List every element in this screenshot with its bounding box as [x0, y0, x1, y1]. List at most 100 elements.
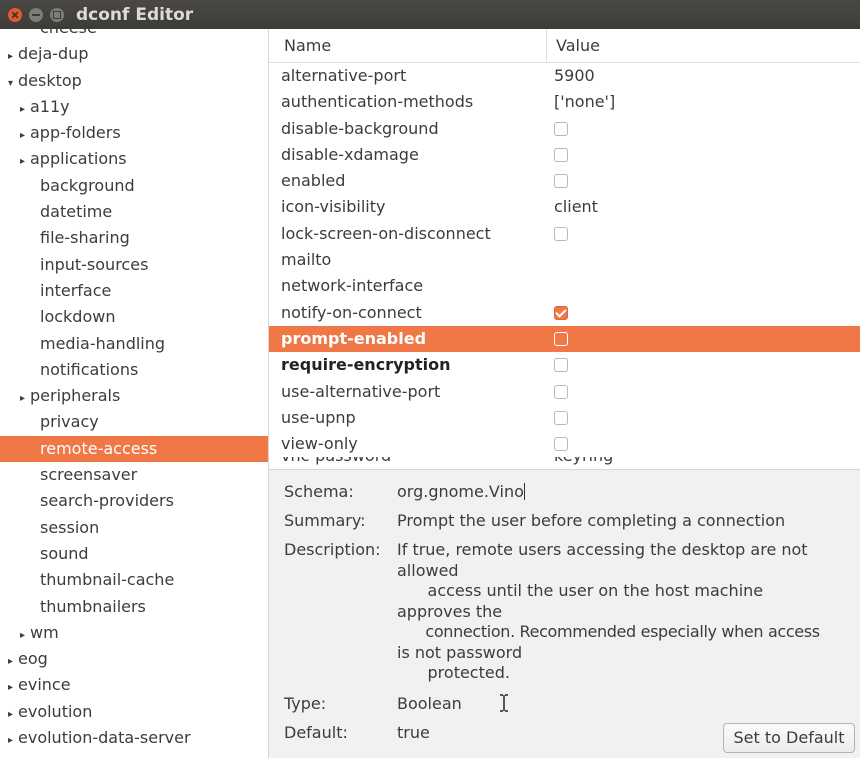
tree-item-thumbnail-cache[interactable]: thumbnail-cache [0, 567, 268, 593]
tree-item-desktop[interactable]: ▾ desktop [0, 68, 268, 94]
tree-item-background[interactable]: background [0, 173, 268, 199]
expander-closed-icon[interactable]: ▸ [8, 702, 18, 728]
expander-closed-icon[interactable]: ▸ [8, 649, 18, 675]
tree-item-label: thumbnailers [40, 596, 146, 616]
key-row-alternative-port[interactable]: alternative-port 5900 [269, 63, 860, 89]
key-row-authentication-methods[interactable]: authentication-methods ['none'] [269, 89, 860, 115]
tree-item-a11y[interactable]: ▸ a11y [0, 94, 268, 120]
maximize-window-icon[interactable] [50, 7, 64, 22]
tree-item-deja-dup[interactable]: ▸ deja-dup [0, 41, 268, 67]
checkbox-unchecked[interactable] [554, 174, 568, 189]
key-row-prompt-enabled[interactable]: prompt-enabled [269, 325, 860, 353]
dconf-editor-window: dconf Editor cheese▸deja-dup▾desktop▸a11… [0, 0, 860, 758]
key-row-vnc-password[interactable]: vnc-passwordkeyring [269, 457, 860, 469]
description-line: access until the user on the host machin… [397, 581, 764, 600]
key-name: lock-screen-on-disconnect [281, 223, 491, 243]
key-row-require-encryption[interactable]: require-encryption [269, 352, 860, 378]
close-window-icon[interactable] [8, 7, 22, 22]
keys-table-header: Name Value [269, 29, 860, 63]
tree-item-session[interactable]: session [0, 515, 268, 541]
tree-item-peripherals[interactable]: ▸ peripherals [0, 383, 268, 409]
keys-table[interactable]: Name Value alternative-port 5900 authentic… [269, 29, 860, 469]
tree-item-privacy[interactable]: privacy [0, 409, 268, 435]
key-row-view-only[interactable]: view-only [269, 431, 860, 457]
description-label: Description: [284, 540, 381, 559]
key-name: notify-on-connect [281, 302, 422, 322]
key-value-checkbox [554, 352, 568, 378]
text-caret [523, 483, 525, 500]
key-value-checkbox [554, 221, 568, 247]
tree-item-label: sound [40, 543, 89, 563]
checkbox-unchecked[interactable] [554, 358, 568, 373]
tree-item-label: file-sharing [40, 228, 130, 248]
expander-closed-icon[interactable]: ▸ [8, 728, 18, 754]
key-row-use-upnp[interactable]: use-upnp [269, 405, 860, 431]
tree-item-notifications[interactable]: notifications [0, 357, 268, 383]
tree-item-eog[interactable]: ▸ eog [0, 646, 268, 672]
expander-closed-icon[interactable]: ▸ [20, 123, 30, 149]
column-header-value[interactable]: Value [547, 36, 600, 55]
tree-item-search-providers[interactable]: search-providers [0, 488, 268, 514]
key-row-lock-screen-on-disconnect[interactable]: lock-screen-on-disconnect [269, 221, 860, 247]
tree-item-screensaver[interactable]: screensaver [0, 462, 268, 488]
tree-item-interface[interactable]: interface [0, 278, 268, 304]
default-value: true [397, 723, 430, 742]
key-row-icon-visibility[interactable]: icon-visibility client [269, 194, 860, 220]
tree-item-datetime[interactable]: datetime [0, 199, 268, 225]
summary-label: Summary: [284, 511, 366, 530]
tree-item-label: interface [40, 280, 112, 300]
key-name: mailto [281, 250, 332, 270]
checkbox-unchecked[interactable] [554, 332, 568, 347]
checkbox-unchecked[interactable] [554, 148, 568, 163]
schema-tree[interactable]: cheese▸deja-dup▾desktop▸a11y▸app-folders… [0, 29, 269, 758]
key-value-checkbox [554, 405, 568, 431]
tree-item-thumbnailers[interactable]: thumbnailers [0, 594, 268, 620]
tree-item-app-folders[interactable]: ▸ app-folders [0, 120, 268, 146]
key-row-disable-xdamage[interactable]: disable-xdamage [269, 142, 860, 168]
tree-item-lockdown[interactable]: lockdown [0, 304, 268, 330]
key-row-enabled[interactable]: enabled [269, 168, 860, 194]
tree-item-file-sharing[interactable]: file-sharing [0, 225, 268, 251]
tree-item-cheese[interactable]: cheese [0, 29, 268, 41]
schema-value[interactable]: org.gnome.Vino [397, 482, 525, 501]
expander-closed-icon[interactable]: ▸ [20, 386, 30, 412]
checkbox-unchecked[interactable] [554, 384, 568, 399]
key-name: enabled [281, 171, 346, 191]
minimize-window-icon[interactable] [29, 7, 43, 22]
expander-closed-icon[interactable]: ▸ [8, 44, 18, 70]
key-value-checkbox [554, 168, 568, 194]
description-value: If true, remote users accessing the desk… [397, 540, 857, 684]
key-row-notify-on-connect[interactable]: notify-on-connect [269, 300, 860, 326]
checkbox-unchecked[interactable] [554, 121, 568, 136]
tree-item-label: peripherals [30, 386, 121, 406]
tree-item-evince[interactable]: ▸ evince [0, 672, 268, 698]
checkbox-unchecked[interactable] [554, 226, 568, 241]
set-to-default-button[interactable]: Set to Default [723, 723, 855, 753]
tree-item-input-sources[interactable]: input-sources [0, 252, 268, 278]
key-value-checkbox [554, 300, 568, 326]
tree-item-evolution[interactable]: ▸ evolution [0, 699, 268, 725]
checkbox-unchecked[interactable] [554, 437, 568, 452]
tree-item-wm[interactable]: ▸ wm [0, 620, 268, 646]
tree-item-applications[interactable]: ▸ applications [0, 146, 268, 172]
expander-closed-icon[interactable]: ▸ [20, 149, 30, 175]
key-row-network-interface[interactable]: network-interface [269, 273, 860, 299]
key-value: client [554, 197, 598, 217]
key-row-use-alternative-port[interactable]: use-alternative-port [269, 379, 860, 405]
key-name: disable-xdamage [281, 144, 419, 164]
expander-closed-icon[interactable]: ▸ [8, 675, 18, 701]
tree-item-evolution-data-server[interactable]: ▸ evolution-data-server [0, 725, 268, 751]
key-row-disable-background[interactable]: disable-background [269, 116, 860, 142]
tree-item-remote-access[interactable]: remote-access [0, 435, 268, 463]
tree-item-media-handling[interactable]: media-handling [0, 331, 268, 357]
expander-open-icon[interactable]: ▾ [8, 71, 18, 97]
checkbox-unchecked[interactable] [554, 411, 568, 425]
column-header-name[interactable]: Name [269, 29, 547, 62]
key-row-mailto[interactable]: mailto [269, 247, 860, 273]
tree-item-label: deja-dup [18, 44, 89, 64]
key-name: view-only [281, 434, 358, 454]
tree-item-sound[interactable]: sound [0, 541, 268, 567]
tree-item-label: lockdown [40, 307, 116, 327]
expander-closed-icon[interactable]: ▸ [20, 97, 30, 123]
checkbox-checked[interactable] [554, 305, 568, 320]
